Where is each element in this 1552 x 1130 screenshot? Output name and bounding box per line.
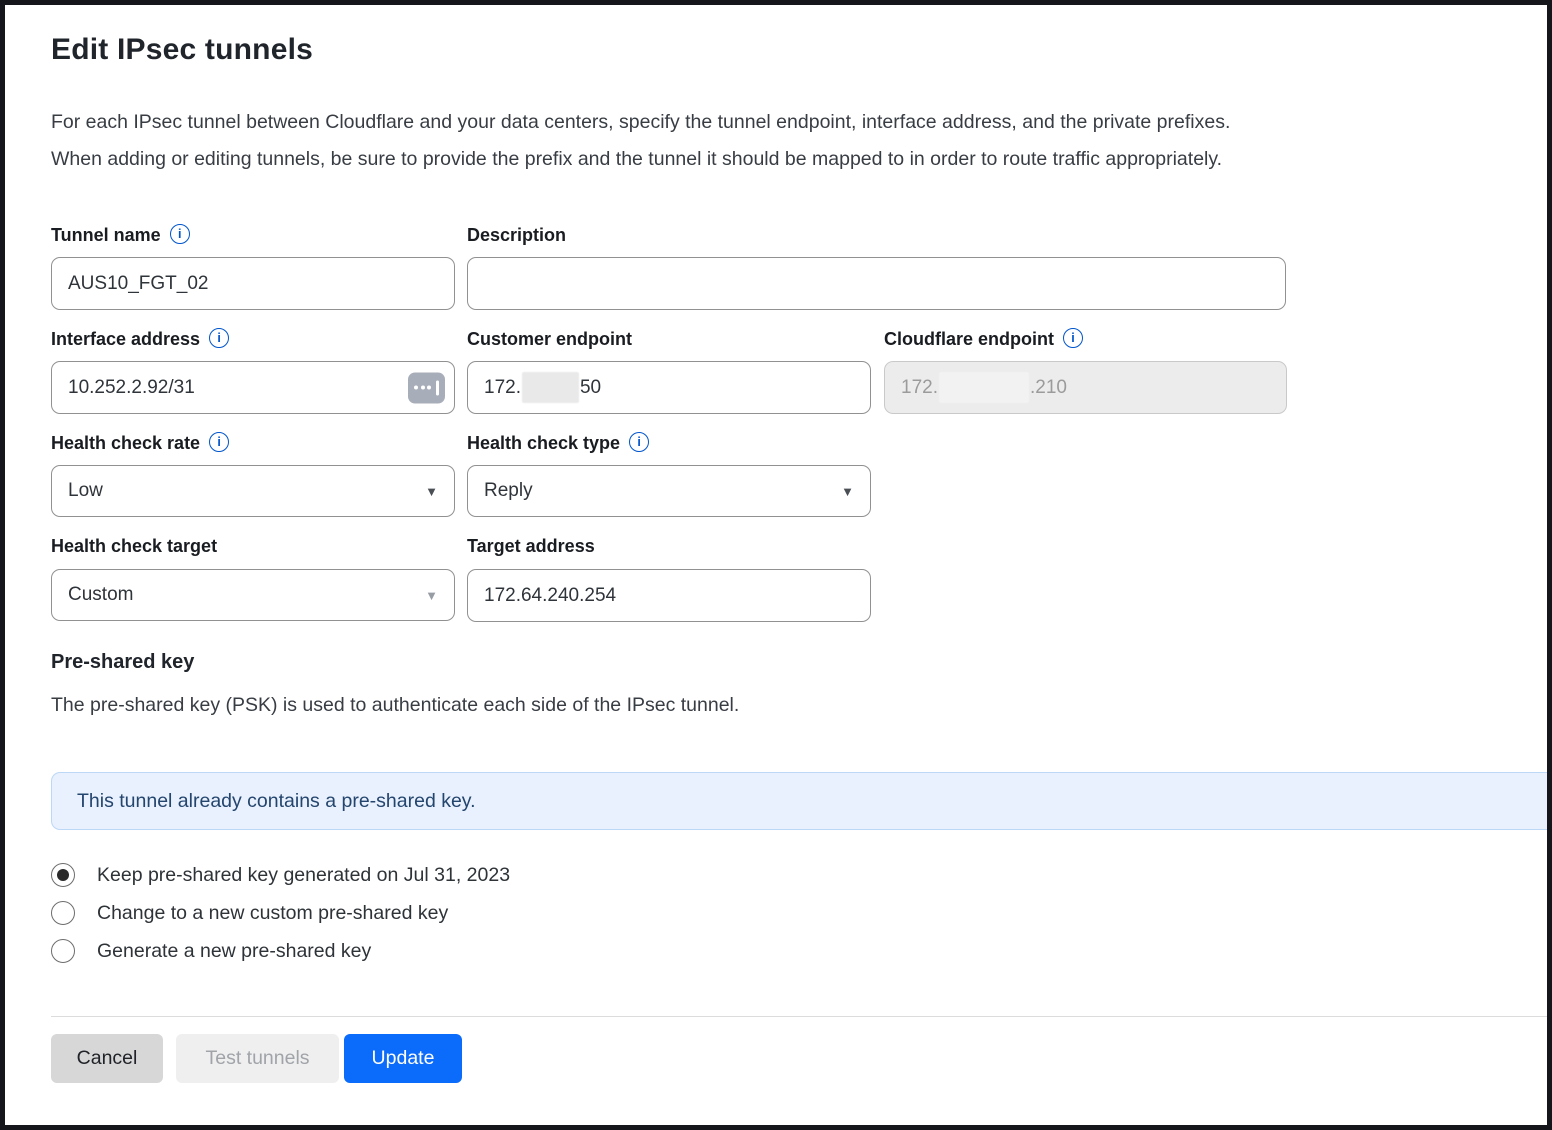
health-check-type-label: Health check type	[467, 430, 871, 456]
cloudflare-endpoint-label: Cloudflare endpoint	[884, 326, 1287, 352]
description-input[interactable]	[467, 257, 1286, 310]
customer-endpoint-label: Customer endpoint	[467, 326, 871, 352]
radio-option-keep-key[interactable]: Keep pre-shared key generated on Jul 31,…	[51, 861, 510, 889]
test-tunnels-button: Test tunnels	[176, 1034, 339, 1083]
edit-ipsec-tunnels-dialog: Edit IPsec tunnels For each IPsec tunnel…	[0, 0, 1552, 1130]
cloudflare-endpoint-field: Cloudflare endpoint 172..210	[884, 326, 1287, 414]
radio-button-icon[interactable]	[51, 863, 75, 887]
tunnel-name-field: Tunnel name	[51, 222, 455, 310]
cloudflare-endpoint-input: 172..210	[884, 361, 1287, 414]
info-icon[interactable]	[170, 224, 190, 244]
radio-button-icon[interactable]	[51, 901, 75, 925]
health-check-rate-field: Health check rate Low ▼	[51, 430, 455, 517]
description-field: Description	[467, 222, 1286, 310]
info-icon[interactable]	[209, 328, 229, 348]
footer-divider	[51, 1016, 1547, 1017]
page-description: For each IPsec tunnel between Cloudflare…	[51, 104, 1531, 178]
health-check-rate-select[interactable]: Low ▼	[51, 465, 455, 517]
page-description-line1: For each IPsec tunnel between Cloudflare…	[51, 111, 1230, 133]
chevron-down-icon: ▼	[425, 484, 438, 499]
cancel-button[interactable]: Cancel	[51, 1034, 163, 1083]
health-check-type-field: Health check type Reply ▼	[467, 430, 871, 517]
info-icon[interactable]	[209, 432, 229, 452]
health-check-target-select[interactable]: Custom ▼	[51, 569, 455, 621]
health-check-type-select[interactable]: Reply ▼	[467, 465, 871, 517]
update-button[interactable]: Update	[344, 1034, 462, 1083]
info-icon[interactable]	[629, 432, 649, 452]
interface-address-input[interactable]	[51, 361, 455, 414]
health-check-target-label: Health check target	[51, 533, 455, 559]
radio-option-custom-key[interactable]: Change to a new custom pre-shared key	[51, 899, 448, 927]
chevron-down-icon: ▼	[841, 484, 854, 499]
description-label: Description	[467, 222, 1286, 248]
redacted-value	[522, 372, 579, 403]
customer-endpoint-input[interactable]: 172.50	[467, 361, 871, 414]
chevron-down-icon: ▼	[425, 588, 438, 603]
health-check-rate-label: Health check rate	[51, 430, 455, 456]
customer-endpoint-field: Customer endpoint 172.50	[467, 326, 871, 414]
psk-info-banner: This tunnel already contains a pre-share…	[51, 772, 1547, 830]
redacted-value	[939, 372, 1029, 403]
psk-banner-message: This tunnel already contains a pre-share…	[77, 790, 476, 813]
radio-button-icon[interactable]	[51, 939, 75, 963]
radio-option-generate-key[interactable]: Generate a new pre-shared key	[51, 937, 371, 965]
target-address-label: Target address	[467, 533, 871, 559]
tunnel-name-label: Tunnel name	[51, 222, 455, 248]
target-address-field: Target address	[467, 533, 871, 622]
info-icon[interactable]	[1063, 328, 1083, 348]
tunnel-name-input[interactable]	[51, 257, 455, 310]
psk-heading: Pre-shared key	[51, 651, 194, 674]
text-cursor-indicator-icon[interactable]	[408, 372, 445, 403]
page-description-line2: When adding or editing tunnels, be sure …	[51, 148, 1222, 170]
psk-description: The pre-shared key (PSK) is used to auth…	[51, 694, 739, 717]
interface-address-label: Interface address	[51, 326, 455, 352]
target-address-input[interactable]	[467, 569, 871, 622]
interface-address-field: Interface address	[51, 326, 455, 414]
page-title: Edit IPsec tunnels	[51, 33, 313, 67]
health-check-target-field: Health check target Custom ▼	[51, 533, 455, 621]
